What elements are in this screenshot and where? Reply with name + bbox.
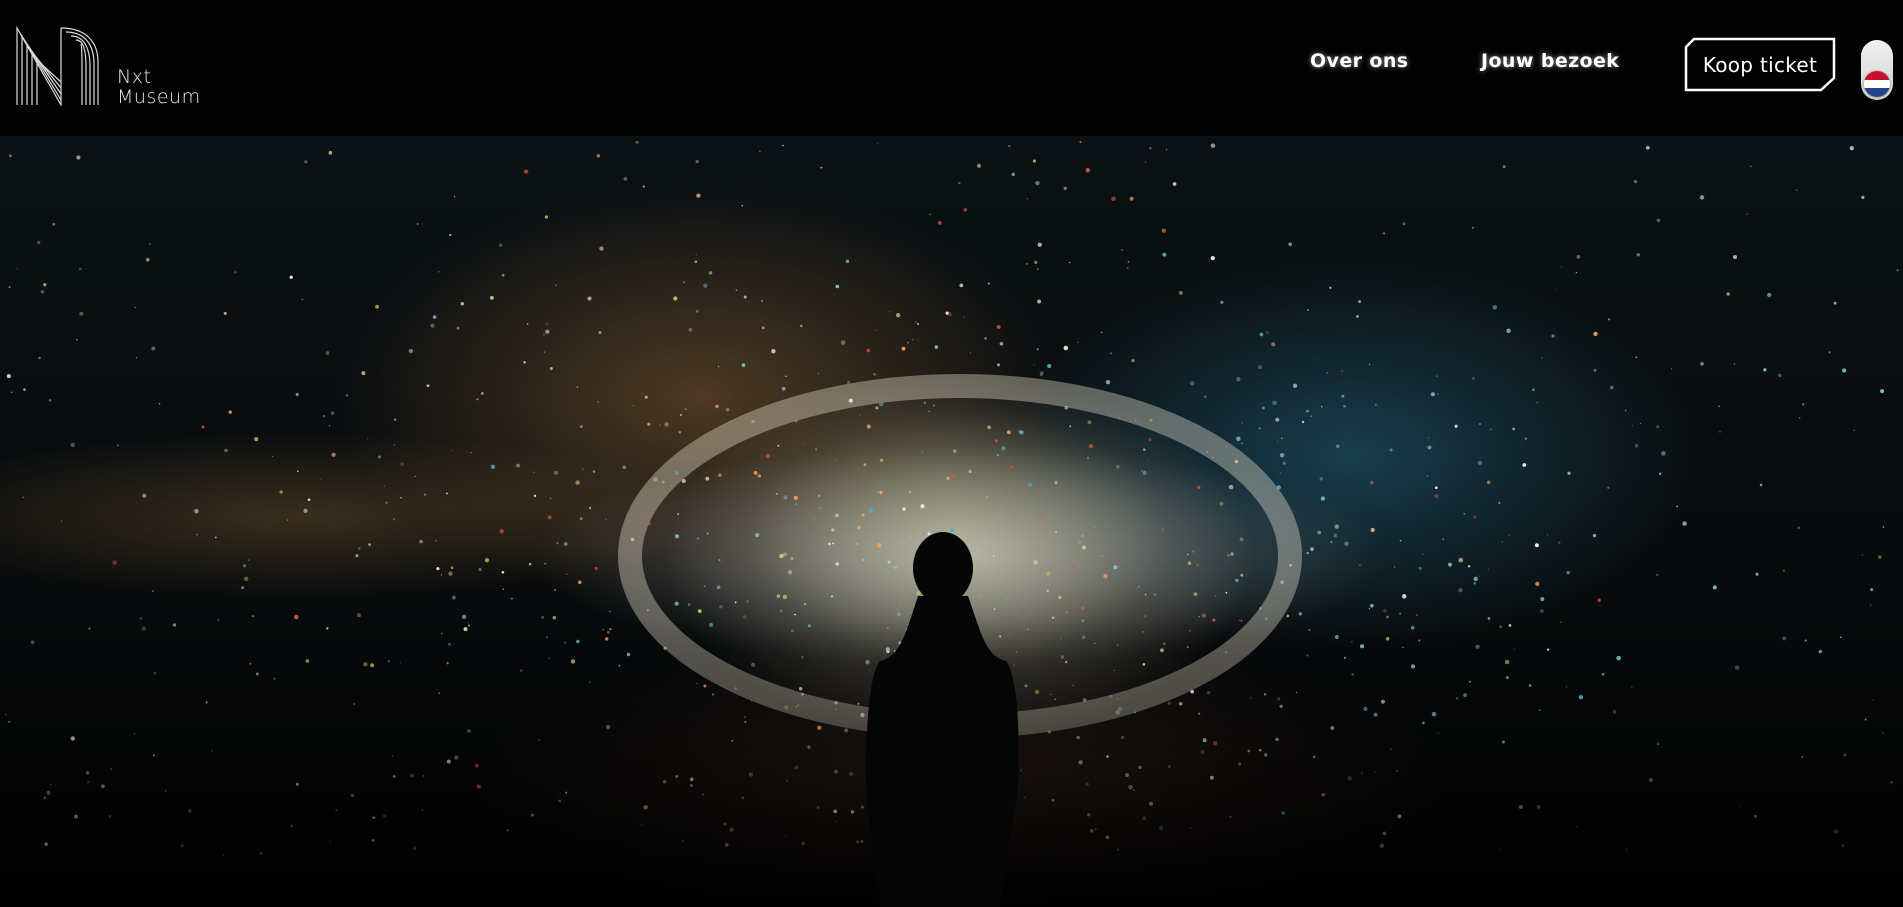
nav-link-jouw-bezoek[interactable]: Jouw bezoek	[1481, 50, 1619, 72]
home-logo-link[interactable]: Nxt Museum	[16, 22, 206, 108]
nxt-museum-logo-icon	[16, 25, 99, 106]
buy-ticket-button[interactable]: Koop ticket	[1684, 37, 1836, 92]
logo-wordmark-line2: Museum	[117, 86, 201, 108]
hero-particle-art	[0, 140, 1903, 907]
language-toggle[interactable]	[1861, 40, 1893, 100]
buy-ticket-label: Koop ticket	[1702, 52, 1818, 77]
nav-link-over-ons[interactable]: Over ons	[1310, 50, 1409, 72]
logo-wordmark: Nxt Museum	[117, 67, 201, 107]
netherlands-flag-icon	[1864, 71, 1890, 97]
site-header: Nxt Museum Over ons Jouw bezoek Koop tic…	[0, 0, 1903, 136]
logo-wordmark-line1: Nxt	[117, 66, 152, 88]
hero-image	[0, 136, 1903, 907]
